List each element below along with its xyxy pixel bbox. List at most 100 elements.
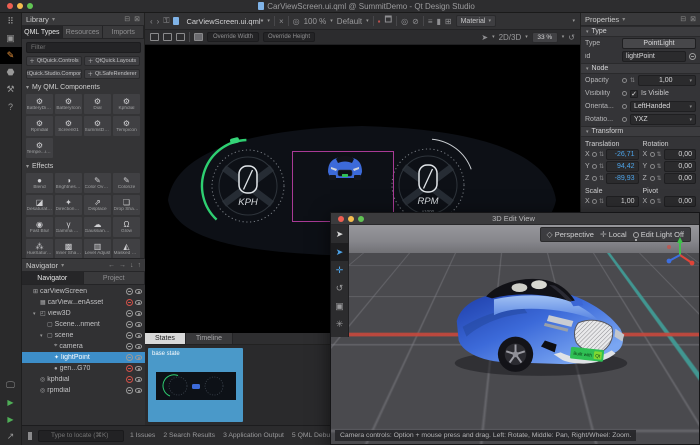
library-filter-input[interactable]: [26, 42, 141, 53]
tab-states[interactable]: States: [145, 333, 186, 344]
expand-caret-icon[interactable]: ▾: [33, 311, 38, 317]
debug-mode-icon[interactable]: ⬣: [0, 64, 22, 81]
rotation-x-field[interactable]: 0,00: [663, 148, 696, 160]
chevron-down-icon[interactable]: ▾: [366, 18, 369, 24]
rotation-z-field[interactable]: 0,00: [663, 172, 696, 184]
local-orientation-toggle[interactable]: ✛ Local: [600, 230, 627, 239]
design-mode-icon[interactable]: ✎: [0, 47, 22, 64]
translation-x-field[interactable]: -26,71: [606, 148, 639, 160]
effect-item[interactable]: ✎Color Overlay: [84, 173, 111, 193]
is-visible-checkbox[interactable]: ✓: [630, 89, 638, 98]
effect-item[interactable]: ● Blend: [26, 173, 53, 193]
navigator-item[interactable]: ▾ ◰ view3D: [22, 308, 145, 319]
anchor-icon[interactable]: [176, 33, 185, 41]
base-state-card[interactable]: base state: [148, 348, 243, 422]
export-icon[interactable]: [126, 387, 133, 394]
pivot-x-field[interactable]: 0,00: [663, 195, 696, 207]
components-section-header[interactable]: ▾ My QML Components: [22, 82, 144, 92]
close-document-icon[interactable]: ×: [279, 17, 284, 26]
chevron-down-icon[interactable]: ▾: [525, 34, 528, 40]
output-panel-button[interactable]: 2 Search Results: [163, 432, 215, 439]
add-import-button[interactable]: ＋ QtQuick.Controls: [26, 56, 82, 66]
effect-item[interactable]: ▥ Level Adjust: [84, 239, 111, 259]
visibility-eye-icon[interactable]: [135, 300, 142, 305]
orientation-combo[interactable]: LeftHanded ▾: [630, 101, 696, 112]
align-block-icon[interactable]: ▮: [436, 17, 440, 26]
traffic-lights[interactable]: [7, 3, 33, 9]
component-item[interactable]: ⚙ Screen01: [55, 116, 82, 136]
override-height-field[interactable]: Override Height: [263, 32, 315, 42]
translation-y-field[interactable]: 94,42: [606, 160, 639, 172]
export-alias-icon[interactable]: [689, 53, 696, 60]
component-item[interactable]: ⚙ BatteryIcon: [55, 94, 82, 114]
effect-item[interactable]: ▩Inner Shadow: [55, 239, 82, 259]
component-item[interactable]: ⚙ Dial: [84, 94, 111, 114]
action-indicator-icon[interactable]: [592, 151, 597, 157]
navigator-item[interactable]: ⊞ carViewScreen: [22, 286, 145, 297]
close-panel-icon[interactable]: ⊠: [690, 15, 696, 23]
export-icon[interactable]: [126, 376, 133, 383]
open-document-name[interactable]: CarViewScreen.ui.qml*: [186, 17, 263, 26]
export-icon[interactable]: [126, 365, 133, 372]
chevron-down-icon[interactable]: ▾: [492, 34, 495, 40]
edit3d-titlebar[interactable]: 3D Edit View: [331, 213, 699, 225]
output-panel-button[interactable]: 1 Issues: [130, 432, 155, 439]
expand-caret-icon[interactable]: ▾: [40, 333, 45, 339]
kit-selector-icon[interactable]: 🖵: [0, 377, 22, 394]
action-indicator-icon[interactable]: [649, 163, 655, 169]
move-right-icon[interactable]: →: [119, 262, 126, 269]
chevron-down-icon[interactable]: ▾: [562, 34, 565, 40]
component-item[interactable]: ⚙SummitDemo: [84, 116, 111, 136]
translation-z-field[interactable]: -89,93: [606, 172, 639, 184]
effect-item[interactable]: ☁Gaussian Blur: [84, 217, 111, 237]
effect-item[interactable]: γGamma Adjust: [55, 217, 82, 237]
axis-gizmo[interactable]: [665, 237, 695, 271]
locator-input[interactable]: [38, 429, 124, 442]
action-indicator-icon[interactable]: [649, 175, 655, 181]
pane-menu-icon[interactable]: ▾: [572, 18, 575, 24]
visibility-eye-icon[interactable]: [135, 322, 142, 327]
effect-item[interactable]: Ω Glow: [113, 217, 140, 237]
disable-icon[interactable]: ⊘: [412, 17, 419, 26]
effect-item[interactable]: ❏Drop Shadow: [113, 195, 140, 215]
add-import-button[interactable]: ＋ Qt.SafeRenderer: [84, 69, 140, 79]
chevron-down-icon[interactable]: ▾: [330, 18, 333, 24]
effect-item[interactable]: ◑Brightness Contrast: [55, 173, 82, 193]
component-item[interactable]: ⚙ Rpmdial: [26, 116, 53, 136]
effect-item[interactable]: ⇗ Displace: [84, 195, 111, 215]
component-item[interactable]: ⚙BatteryDisplay: [26, 94, 53, 114]
transform-section-header[interactable]: ▾ Transform: [581, 126, 700, 137]
move-tool-icon[interactable]: ✛: [331, 261, 349, 279]
output-panel-button[interactable]: 3 Application Output: [223, 432, 284, 439]
close-window-icon[interactable]: [7, 3, 13, 9]
node-section-header[interactable]: ▾ Node: [581, 63, 700, 74]
export-icon[interactable]: [126, 288, 133, 295]
spinner-icon[interactable]: ⇅: [630, 77, 635, 84]
export-icon[interactable]: [126, 332, 133, 339]
lock-icon[interactable]: ⚿: [163, 16, 169, 26]
visibility-eye-icon[interactable]: [135, 311, 142, 316]
align-list-icon[interactable]: ≡: [428, 17, 433, 26]
help-mode-icon[interactable]: ?: [0, 98, 22, 115]
id-input[interactable]: lightPoint: [622, 51, 686, 62]
visibility-eye-icon[interactable]: [135, 388, 142, 393]
override-width-field[interactable]: Override Width: [207, 32, 259, 42]
close-panel-icon[interactable]: ⊠: [134, 15, 140, 23]
component-item[interactable]: ⚙ Tempicon: [113, 116, 140, 136]
split-panel-icon[interactable]: ⊟: [680, 15, 686, 23]
edit3d-viewport[interactable]: Built with Qt ➤ ➤ ✛ ↺ ▣ ✳ ◇ Perspective …: [331, 225, 699, 444]
annotation-icon[interactable]: ▪: [378, 17, 381, 26]
export-icon[interactable]: [126, 321, 133, 328]
move-up-icon[interactable]: ↑: [138, 262, 142, 269]
effect-item[interactable]: ✎ Colorize: [113, 173, 140, 193]
scale-x-field[interactable]: 1,00: [606, 195, 639, 207]
select-tool-icon[interactable]: ➤: [331, 225, 349, 243]
rotation-order-combo[interactable]: YXZ ▾: [630, 114, 696, 125]
rotation-y-field[interactable]: 0,00: [663, 160, 696, 172]
zoom-level[interactable]: 100 %: [304, 17, 327, 26]
close-window-icon[interactable]: [338, 215, 344, 222]
effect-item[interactable]: ◪ Desaturation: [26, 195, 53, 215]
effects-section-header[interactable]: ▾ Effects: [22, 161, 144, 171]
navigator-item[interactable]: ▦ carView...enAsset: [22, 297, 145, 308]
opacity-field[interactable]: 1,00 ▾: [638, 75, 696, 86]
